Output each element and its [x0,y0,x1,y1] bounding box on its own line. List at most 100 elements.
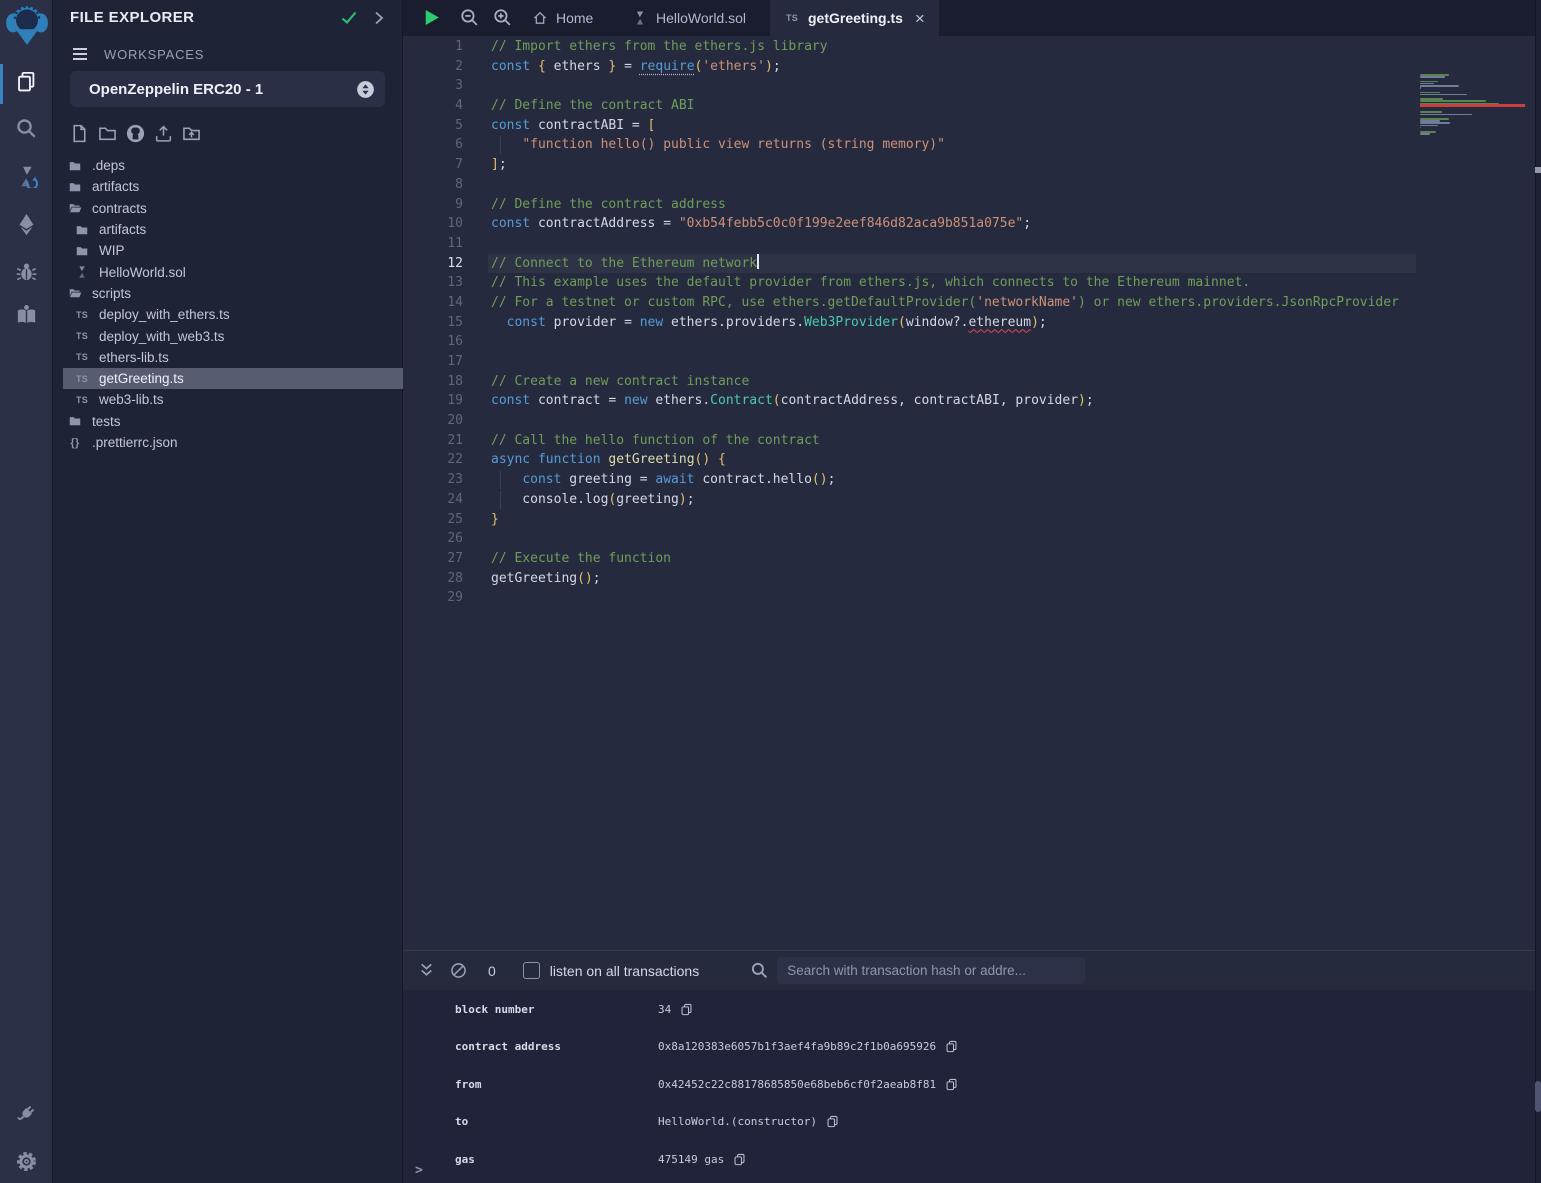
code-line [491,332,1541,352]
tree-item-label: WIP [99,243,125,258]
tx-field-value: 34 [658,1003,693,1016]
tab-HelloWorld.sol[interactable]: HelloWorld.sol [618,0,760,36]
listen-transactions-checkbox[interactable] [523,962,540,979]
sidebar-file-explorer[interactable] [0,62,53,106]
tree-item-artifacts[interactable]: artifacts [63,176,403,197]
tree-item-contracts[interactable]: contracts [63,198,403,219]
run-script-button[interactable] [421,7,442,28]
github-icon[interactable] [125,123,146,144]
tree-item-label: scripts [92,286,131,301]
code-line: // Import ethers from the ethers.js libr… [491,37,1541,57]
sidebar-remix-logo [0,4,53,48]
zoom-in-button[interactable] [492,7,513,28]
solidity-file-icon [73,265,91,279]
upload-file-icon[interactable] [153,123,174,144]
code-line [491,411,1541,431]
transaction-row: block number34 [403,992,1541,1029]
tab-label: HelloWorld.sol [656,10,746,26]
tree-item-deploy-with-web3.ts[interactable]: TSdeploy_with_web3.ts [63,325,403,346]
tree-item-WIP[interactable]: WIP [63,240,403,261]
transaction-row: contract address0x8a120383e6057b1f3aef4f… [403,1029,1541,1066]
workspace-select[interactable]: OpenZeppelin ERC20 - 1 [70,71,385,107]
tree-item-.prettierrc.json[interactable]: {}.prettierrc.json [63,432,403,453]
compiler-icon [15,165,38,193]
workspace-name: OpenZeppelin ERC20 - 1 [89,81,356,98]
folder-open-icon [66,201,84,215]
copy-icon[interactable] [945,1040,958,1053]
minimap-line [1420,114,1472,116]
tree-item-tests[interactable]: tests [63,411,403,432]
transaction-count-badge: 0 [488,963,496,979]
tab-Home[interactable]: Home [518,0,607,36]
tree-item-artifacts[interactable]: artifacts [63,219,403,240]
typescript-file-icon: TS [73,329,91,343]
sidebar-plugin-manager[interactable] [0,1094,53,1138]
remix-logo [4,1,50,52]
sidebar-learneth[interactable] [0,296,53,340]
folder-closed-icon [66,180,84,194]
collapse-terminal-icon[interactable] [417,961,436,980]
hamburger-menu-icon[interactable] [70,44,90,64]
minimap-line [1420,127,1421,129]
sidebar-search[interactable] [0,109,53,153]
minimap-line [1420,81,1438,83]
code-line: async function getGreeting() { [491,450,1541,470]
typescript-file-icon: TS [73,372,91,386]
tab-getGreeting.ts[interactable]: TSgetGreeting.ts× [770,0,939,36]
new-file-icon[interactable] [69,123,90,144]
copy-icon[interactable] [945,1078,958,1091]
workspaces-row: WORKSPACES [70,44,204,64]
zoom-out-button[interactable] [459,7,480,28]
tree-item-label: .deps [92,158,125,173]
editor-pane[interactable]: HomeHelloWorld.solTSgetGreeting.ts× 1234… [403,0,1541,950]
code-line: const greeting = await contract.hello(); [491,470,1541,490]
tree-item-getGreeting.ts[interactable]: TSgetGreeting.ts [63,368,403,389]
copy-icon[interactable] [733,1153,746,1166]
transaction-row: from0x42452c22c88178685850e68beb6cf0f2ae… [403,1067,1541,1104]
tree-item-deploy-with-ethers.ts[interactable]: TSdeploy_with_ethers.ts [63,304,403,325]
new-folder-icon[interactable] [97,123,118,144]
code-line: const contractAddress = "0xb54febb5c0c0f… [491,214,1541,234]
book-icon [15,304,38,332]
upload-folder-icon[interactable] [181,123,202,144]
minimap-line [1420,87,1421,89]
tree-item-web3-lib.ts[interactable]: TSweb3-lib.ts [63,389,403,410]
remix-ide-window: FILE EXPLORER WORKSPACES OpenZeppelin ER… [0,0,1541,1183]
sidebar-settings[interactable] [0,1142,53,1183]
minimap[interactable] [1420,74,1525,274]
code-line: // This example uses the default provide… [491,273,1541,293]
terminal-search-input[interactable] [777,957,1085,984]
transaction-row: toHelloWorld.(constructor) [403,1104,1541,1141]
check-icon[interactable] [339,8,359,28]
tab-label: Home [556,10,593,26]
code-line: const provider = new ethers.providers.We… [491,313,1541,333]
code-line: "function hello() public view returns (s… [491,135,1541,155]
file-tree: .depsartifactscontractsartifactsWIPHello… [63,155,403,453]
code-line: // Execute the function [491,549,1541,569]
chevron-right-icon[interactable] [369,8,389,28]
close-icon[interactable]: × [915,10,925,27]
tree-item-label: artifacts [92,179,139,194]
tree-item-.deps[interactable]: .deps [63,155,403,176]
code-area[interactable]: 1234567891011121314151617181920212223242… [403,36,1541,950]
tree-item-HelloWorld.sol[interactable]: HelloWorld.sol [63,261,403,282]
scrollbar-thumb[interactable] [1535,1081,1541,1112]
clear-console-icon[interactable] [449,961,468,980]
code-line: const contract = new ethers.Contract(con… [491,391,1541,411]
tab-label: getGreeting.ts [808,10,903,26]
copy-icon[interactable] [826,1115,839,1128]
copy-icon[interactable] [680,1003,693,1016]
minimap-line [1420,92,1440,94]
sidebar-deploy-and-run[interactable] [0,205,53,249]
tx-field-label: to [455,1115,468,1128]
listen-transactions-label: listen on all transactions [550,963,699,979]
sidebar-solidity-compiler[interactable] [0,157,53,201]
indent-guide [500,471,501,489]
indent-guide [500,491,501,509]
code-line [491,234,1541,254]
folder-closed-icon [66,159,84,173]
tree-item-scripts[interactable]: scripts [63,283,403,304]
minimap-line [1420,94,1467,96]
sidebar-debugger[interactable] [0,252,53,296]
tree-item-ethers-lib.ts[interactable]: TSethers-lib.ts [63,347,403,368]
